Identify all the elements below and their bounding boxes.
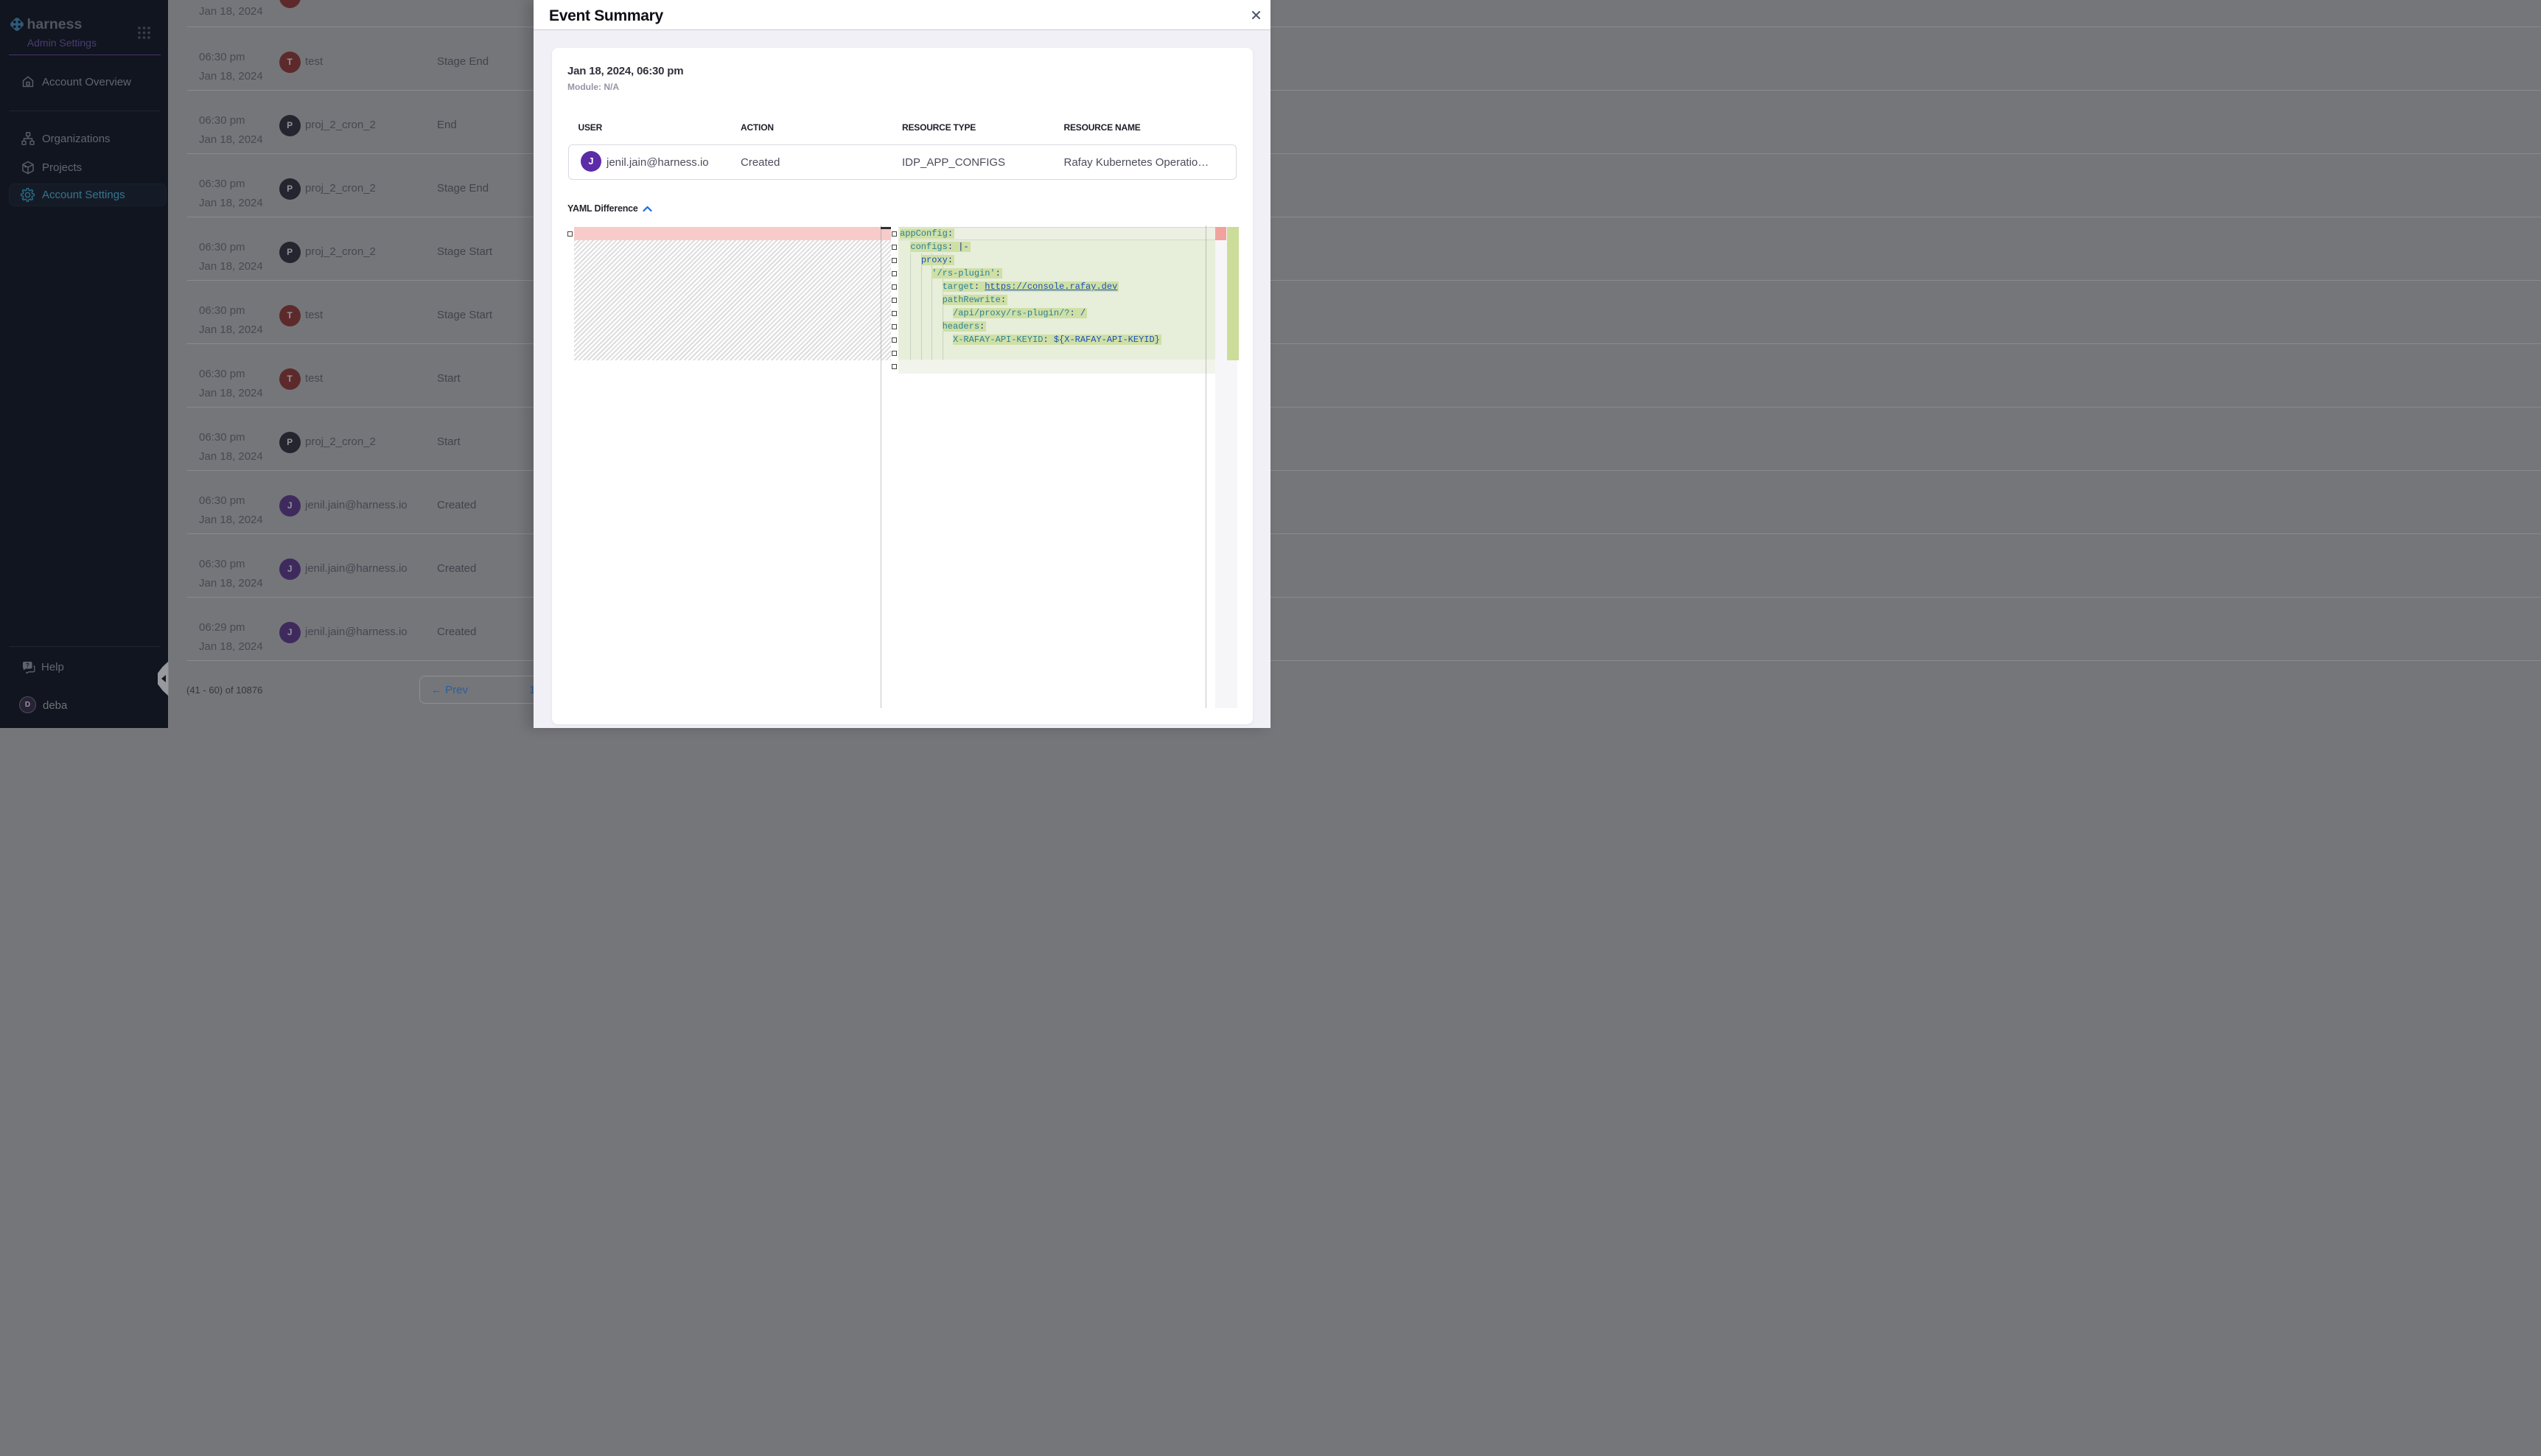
svg-text:?: ? [26,662,29,669]
